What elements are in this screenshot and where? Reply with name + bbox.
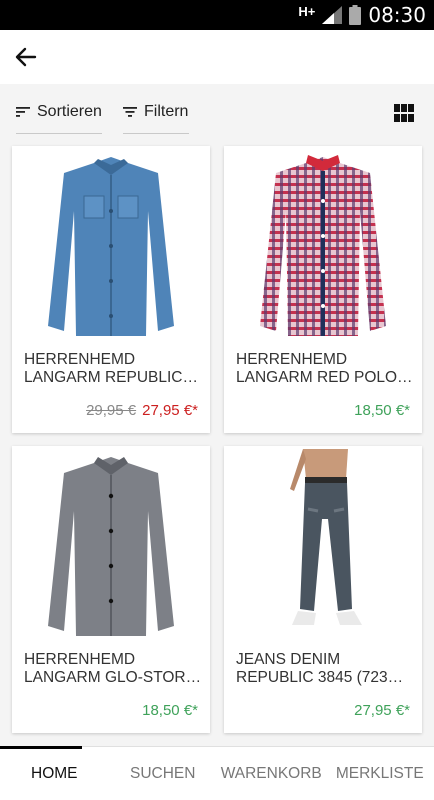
sort-label: Sortieren	[37, 103, 102, 120]
product-title: HERRENHEMD LANGARM REPUBLIC…	[24, 351, 198, 386]
grey-shirt-image	[48, 457, 174, 636]
price: 18,50 €*	[142, 702, 198, 719]
filter-label: Filtern	[144, 103, 189, 120]
nav-home[interactable]: HOME	[0, 746, 109, 800]
denim-shirt-image	[48, 157, 174, 336]
product-price: 27,95 €*	[354, 702, 410, 719]
filter-icon	[123, 107, 137, 117]
product-price: 29,95 € 27,95 €*	[86, 402, 198, 419]
jeans-model-image	[290, 448, 362, 625]
signal-icon	[322, 6, 343, 24]
clock: 08:30	[368, 3, 426, 27]
bottom-navigation: HOME SUCHEN WARENKORB MERKLISTE	[0, 746, 434, 800]
product-title: HERRENHEMD LANGARM GLO-STOR…	[24, 651, 202, 686]
sort-filter-toolbar: Sortieren Filtern	[0, 84, 434, 136]
price: 27,95 €*	[354, 702, 410, 719]
product-image	[12, 146, 210, 346]
product-price: 18,50 €*	[354, 402, 410, 419]
product-title: JEANS DENIM REPUBLIC 3845 (723…	[236, 651, 404, 686]
product-card[interactable]: HERRENHEMD LANGARM RED POLO… 18,50 €*	[224, 146, 422, 433]
grid-icon	[394, 104, 414, 122]
nav-search[interactable]: SUCHEN	[109, 747, 218, 800]
product-title: HERRENHEMD LANGARM RED POLO…	[236, 351, 413, 386]
product-card[interactable]: HERRENHEMD LANGARM GLO-STOR… 18,50 €*	[12, 446, 210, 733]
product-image	[12, 446, 210, 646]
sort-button[interactable]: Sortieren	[16, 94, 102, 134]
nav-cart[interactable]: WARENKORB	[217, 747, 326, 800]
network-indicator: H+	[298, 3, 316, 19]
product-card[interactable]: HERRENHEMD LANGARM REPUBLIC… 29,95 € 27,…	[12, 146, 210, 433]
back-arrow-icon	[15, 47, 37, 67]
old-price: 29,95 €	[86, 402, 137, 419]
battery-icon	[349, 5, 362, 25]
grid-view-button[interactable]	[394, 104, 416, 126]
sort-icon	[16, 107, 30, 117]
filter-button[interactable]: Filtern	[123, 94, 189, 134]
app-bar	[0, 30, 434, 84]
product-image	[224, 146, 422, 346]
product-price: 18,50 €*	[142, 702, 198, 719]
price: 18,50 €*	[354, 402, 410, 419]
back-button[interactable]	[10, 41, 42, 73]
sale-price: 27,95 €*	[142, 402, 198, 419]
nav-wishlist[interactable]: MERKLISTE	[326, 747, 434, 800]
product-card[interactable]: JEANS DENIM REPUBLIC 3845 (723… 27,95 €*	[224, 446, 422, 733]
checked-shirt-image	[260, 155, 386, 336]
product-image	[224, 446, 422, 646]
status-bar: H+ 08:30	[0, 0, 434, 30]
